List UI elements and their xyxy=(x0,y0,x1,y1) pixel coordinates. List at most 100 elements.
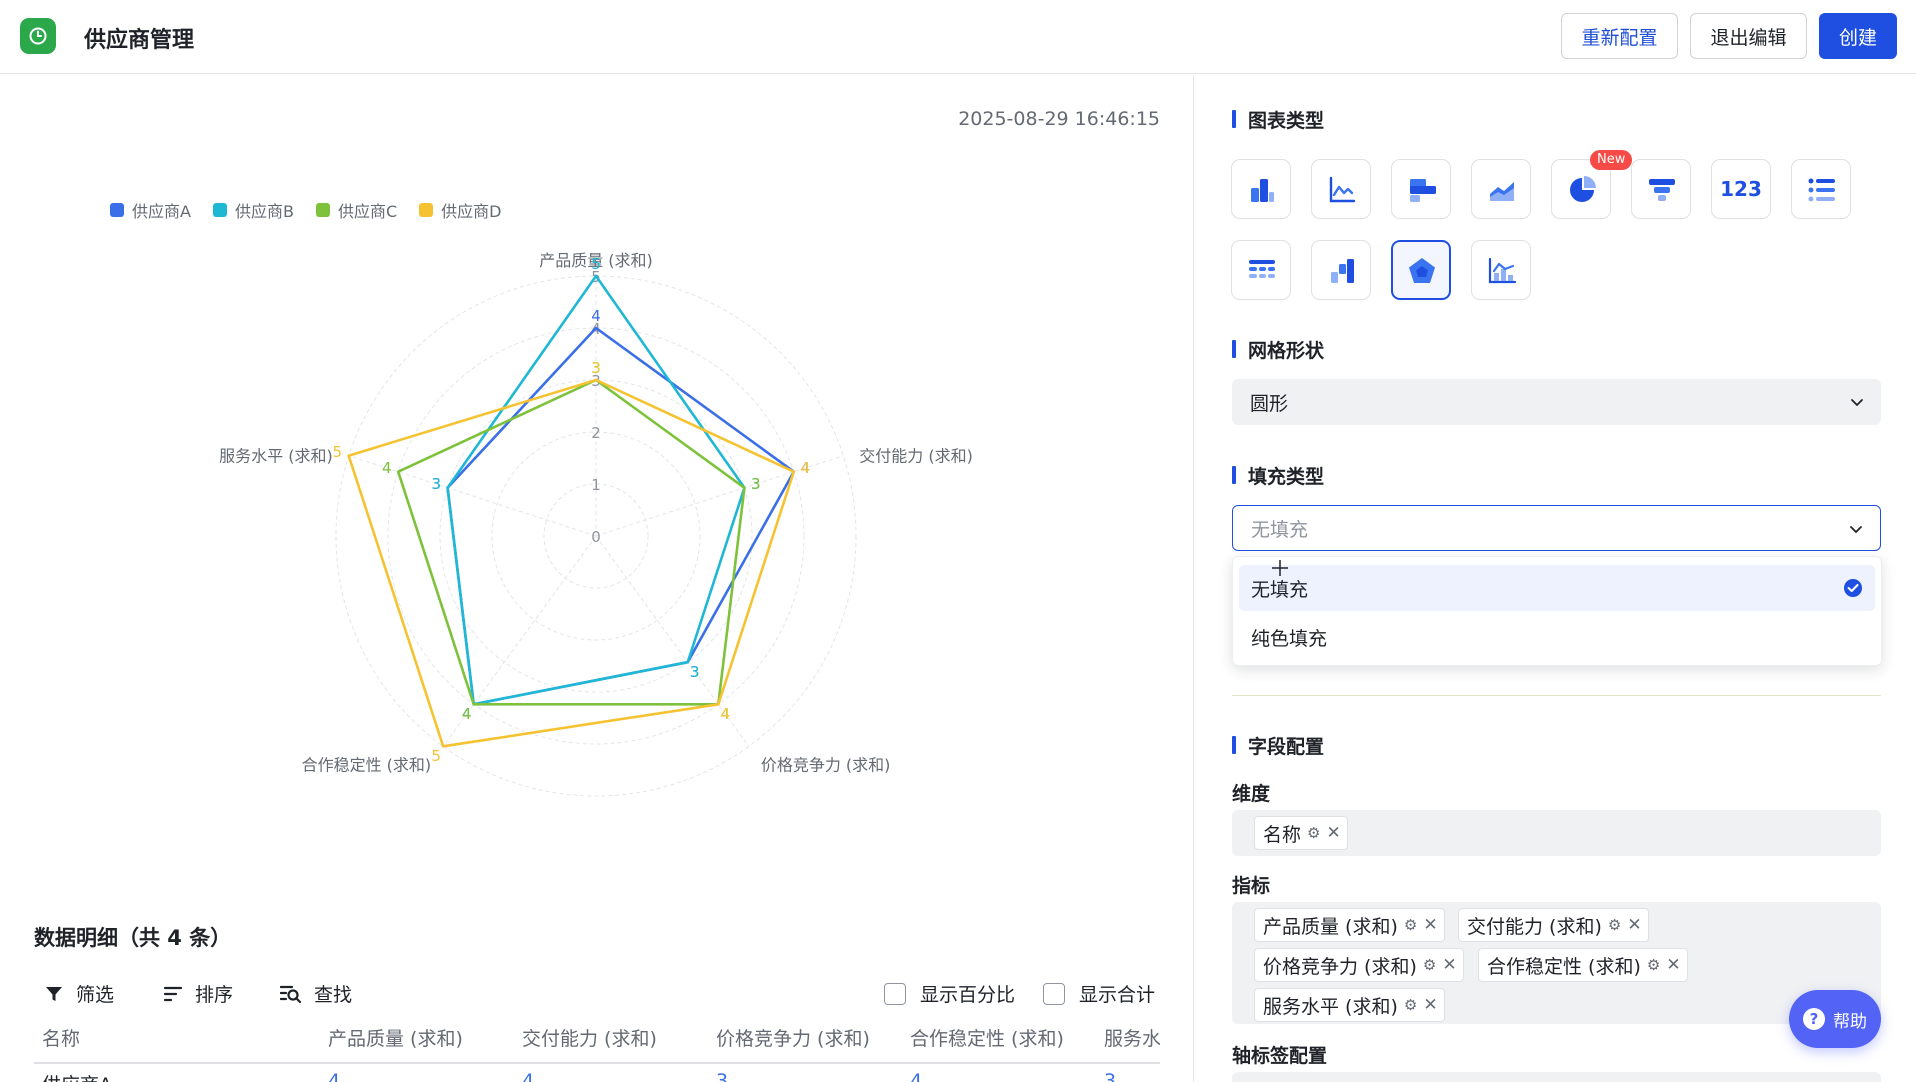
table-cell: 3 xyxy=(1104,1070,1117,1082)
combo-chart-icon xyxy=(1488,257,1517,284)
metric-label: 指标 xyxy=(1232,875,1271,897)
radar-data-label: 4 xyxy=(800,459,810,477)
table-cell: 4 xyxy=(910,1070,923,1082)
chart-type-combo[interactable] xyxy=(1471,240,1531,300)
gear-icon[interactable]: ⚙ xyxy=(1608,916,1621,934)
close-icon[interactable]: ✕ xyxy=(1423,915,1437,935)
dimension-drop-zone[interactable]: 名称 ⚙ ✕ xyxy=(1232,810,1881,856)
create-button[interactable]: 创建 xyxy=(1819,13,1897,59)
help-button[interactable]: ? 帮助 xyxy=(1789,990,1881,1048)
tag-label: 服务水平 (求和) xyxy=(1263,995,1398,1018)
column-header[interactable]: 名称 xyxy=(42,1024,80,1051)
table-row[interactable]: 供应商A 4 4 3 4 3 xyxy=(34,1070,1160,1082)
radar-axis-label: 服务水平 (求和) xyxy=(219,447,333,466)
gear-icon[interactable]: ⚙ xyxy=(1404,996,1417,1014)
radar-axis-label: 交付能力 (求和) xyxy=(859,447,973,466)
chart-type-table[interactable] xyxy=(1231,240,1291,300)
axis-label-config-field[interactable] xyxy=(1232,1072,1881,1082)
show-total-checkbox[interactable] xyxy=(1043,982,1065,1005)
gear-icon[interactable]: ⚙ xyxy=(1423,956,1436,974)
tag-label: 价格竞争力 (求和) xyxy=(1263,955,1417,978)
grid-shape-title: 网格形状 xyxy=(1232,336,1324,363)
column-header[interactable]: 交付能力 (求和) xyxy=(522,1024,657,1051)
show-percent-toggle[interactable]: 显示百分比 xyxy=(884,980,1015,1007)
close-icon[interactable]: ✕ xyxy=(1627,915,1641,935)
filter-icon xyxy=(46,986,62,1001)
gear-icon[interactable]: ⚙ xyxy=(1404,916,1417,934)
chevron-down-icon xyxy=(1850,526,1862,533)
crosshair-cursor-icon xyxy=(1272,560,1288,576)
show-percent-checkbox[interactable] xyxy=(884,982,906,1005)
metric-tag[interactable]: 交付能力 (求和) ⚙ ✕ xyxy=(1458,908,1649,942)
chart-type-funnel[interactable] xyxy=(1631,159,1691,219)
section-divider xyxy=(1232,695,1881,696)
chart-type-bar[interactable] xyxy=(1231,159,1291,219)
fill-option-label: 纯色填充 xyxy=(1251,627,1328,650)
gear-icon[interactable]: ⚙ xyxy=(1307,824,1320,842)
fill-option-label: 无填充 xyxy=(1251,578,1309,601)
number-card-icon: 123 xyxy=(1720,177,1762,201)
dimension-label: 维度 xyxy=(1232,783,1271,805)
metric-tag[interactable]: 价格竞争力 (求和) ⚙ ✕ xyxy=(1254,948,1464,982)
fill-type-placeholder: 无填充 xyxy=(1251,518,1309,541)
radar-data-label: 4 xyxy=(591,307,601,325)
metric-tag[interactable]: 产品质量 (求和) ⚙ ✕ xyxy=(1254,908,1445,942)
radar-tick-label: 0 xyxy=(591,528,601,546)
close-icon[interactable]: ✕ xyxy=(1326,823,1340,843)
table-cell: 供应商A xyxy=(42,1070,112,1082)
chart-type-line[interactable] xyxy=(1311,159,1371,219)
fill-option-none[interactable]: 无填充 xyxy=(1239,565,1875,611)
chart-type-waterfall[interactable] xyxy=(1311,240,1371,300)
close-icon[interactable]: ✕ xyxy=(1442,955,1456,975)
find-button[interactable]: 查找 xyxy=(280,980,352,1007)
radar-data-label: 5 xyxy=(591,255,601,273)
dimension-tag[interactable]: 名称 ⚙ ✕ xyxy=(1254,816,1348,850)
column-header[interactable]: 合作稳定性 (求和) xyxy=(910,1024,1064,1051)
field-config-title: 字段配置 xyxy=(1232,732,1324,759)
chart-type-list[interactable] xyxy=(1791,159,1851,219)
chart-type-horizontal-bar[interactable] xyxy=(1391,159,1451,219)
tag-label: 合作稳定性 (求和) xyxy=(1487,955,1641,978)
radar-chart: 012345产品质量 (求和)交付能力 (求和)价格竞争力 (求和)合作稳定性 … xyxy=(219,251,973,797)
sort-button[interactable]: 排序 xyxy=(163,980,233,1007)
waterfall-icon xyxy=(1331,259,1354,283)
fill-type-dropdown: 无填充 纯色填充 xyxy=(1232,556,1882,666)
close-icon[interactable]: ✕ xyxy=(1666,955,1680,975)
show-total-toggle[interactable]: 显示合计 xyxy=(1043,980,1155,1007)
detail-table-header: 名称 产品质量 (求和) 交付能力 (求和) 价格竞争力 (求和) 合作稳定性 … xyxy=(34,1024,1160,1064)
column-header[interactable]: 服务水平 (求和) xyxy=(1104,1024,1160,1051)
grid-shape-value: 圆形 xyxy=(1250,392,1289,415)
column-header[interactable]: 价格竞争力 (求和) xyxy=(716,1024,870,1051)
metric-tag[interactable]: 服务水平 (求和) ⚙ ✕ xyxy=(1254,988,1445,1022)
filter-button[interactable]: 筛选 xyxy=(44,980,114,1007)
find-label: 查找 xyxy=(314,984,353,1006)
radar-data-label: 4 xyxy=(721,705,731,723)
chart-type-area[interactable] xyxy=(1471,159,1531,219)
exit-edit-button[interactable]: 退出编辑 xyxy=(1690,13,1807,59)
radar-data-label: 4 xyxy=(462,705,472,723)
fill-type-title: 填充类型 xyxy=(1232,462,1324,489)
tag-label: 交付能力 (求和) xyxy=(1467,915,1602,938)
radar-tick-label: 1 xyxy=(591,476,601,494)
fill-option-solid[interactable]: 纯色填充 xyxy=(1239,614,1875,660)
help-label: 帮助 xyxy=(1833,1011,1867,1032)
line-chart-icon xyxy=(1329,176,1356,203)
radar-data-label: 3 xyxy=(690,663,700,681)
tag-label: 名称 xyxy=(1263,823,1302,846)
gear-icon[interactable]: ⚙ xyxy=(1647,956,1660,974)
radar-data-label: 5 xyxy=(431,747,441,765)
metric-tag[interactable]: 合作稳定性 (求和) ⚙ ✕ xyxy=(1478,948,1688,982)
list-icon xyxy=(1808,178,1835,202)
find-icon xyxy=(280,985,302,1003)
close-icon[interactable]: ✕ xyxy=(1423,995,1437,1015)
metric-drop-zone[interactable]: 产品质量 (求和) ⚙ ✕ 交付能力 (求和) ⚙ ✕ 价格竞争力 (求和) ⚙… xyxy=(1232,902,1881,1024)
horizontal-bar-icon xyxy=(1410,179,1436,202)
axis-label-config-title: 轴标签配置 xyxy=(1232,1045,1328,1067)
fill-type-select[interactable]: 无填充 xyxy=(1232,505,1881,551)
chart-type-radar[interactable] xyxy=(1391,240,1451,300)
grid-shape-select[interactable]: 圆形 xyxy=(1232,379,1881,425)
reconfigure-button[interactable]: 重新配置 xyxy=(1561,13,1678,59)
radar-axis-label: 价格竞争力 (求和) xyxy=(761,755,891,774)
chart-type-number-card[interactable]: 123 xyxy=(1711,159,1771,219)
column-header[interactable]: 产品质量 (求和) xyxy=(328,1024,463,1051)
